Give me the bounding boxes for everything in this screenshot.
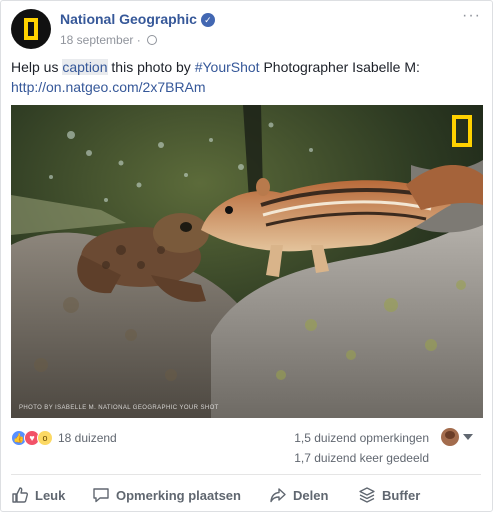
page-avatar[interactable] xyxy=(11,9,51,49)
wow-reaction-icon: o xyxy=(37,430,53,446)
comment-count[interactable]: 1,5 duizend opmerkingen xyxy=(294,431,429,445)
divider xyxy=(11,474,481,475)
share-icon xyxy=(270,488,286,503)
natgeo-logo-icon xyxy=(24,18,38,40)
page-name[interactable]: National Geographic xyxy=(60,11,197,27)
post-photo[interactable]: PHOTO BY ISABELLE M. NATIONAL GEOGRAPHIC… xyxy=(11,105,483,418)
post-stats: 👍 ♥ o 18 duizend 1,5 duizend opmerkingen… xyxy=(11,428,481,468)
buffer-button[interactable]: Buffer xyxy=(358,481,420,509)
comment-label: Opmerking plaatsen xyxy=(116,487,241,503)
natgeo-watermark-icon xyxy=(452,115,472,147)
reaction-summary[interactable]: 👍 ♥ o 18 duizend xyxy=(11,430,117,446)
share-count[interactable]: 1,7 duizend keer gedeeld xyxy=(294,451,429,465)
share-label: Delen xyxy=(293,487,329,503)
verified-icon: ✓ xyxy=(200,13,215,27)
post-text: Help us caption this photo by #YourShot … xyxy=(11,57,481,97)
buffer-icon xyxy=(359,487,375,503)
post-card: National Geographic ✓ 18 september · ··· … xyxy=(0,0,493,512)
comment-button[interactable]: Opmerking plaatsen xyxy=(92,481,241,509)
like-button[interactable]: Leuk xyxy=(11,481,65,509)
hashtag-link[interactable]: #YourShot xyxy=(195,59,260,75)
like-label: Leuk xyxy=(35,487,66,503)
chipmunk-frog-image xyxy=(11,105,483,418)
reaction-count[interactable]: 18 duizend xyxy=(58,431,117,445)
like-icon xyxy=(12,487,29,503)
text-mid: this photo by xyxy=(107,59,195,75)
post-meta: 18 september · xyxy=(60,33,158,47)
buffer-label: Buffer xyxy=(382,487,421,503)
viewer-avatar[interactable] xyxy=(441,428,459,446)
globe-icon xyxy=(147,35,158,45)
caption-link[interactable]: caption xyxy=(62,59,108,75)
post-header: National Geographic ✓ 18 september · ··· xyxy=(11,8,481,53)
post-url-link[interactable]: http://on.natgeo.com/2x7BRAm xyxy=(11,79,206,95)
post-date[interactable]: 18 september xyxy=(60,33,133,47)
share-button[interactable]: Delen xyxy=(269,481,328,509)
text-after: Photographer Isabelle M: xyxy=(259,59,420,75)
chevron-down-icon[interactable] xyxy=(463,434,473,440)
action-bar: Leuk Opmerking plaatsen Delen Buffer xyxy=(11,481,481,509)
more-icon[interactable]: ··· xyxy=(462,8,481,24)
page-name-link[interactable]: National Geographic ✓ xyxy=(60,11,215,27)
photo-credit: PHOTO BY ISABELLE M. NATIONAL GEOGRAPHIC… xyxy=(19,405,219,411)
comment-icon xyxy=(93,488,109,503)
text-before: Help us xyxy=(11,59,63,75)
